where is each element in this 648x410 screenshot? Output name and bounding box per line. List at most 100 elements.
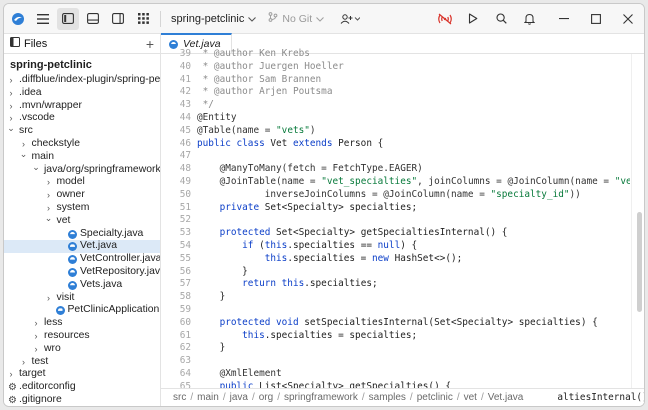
tree-file[interactable]: Specialty.java xyxy=(4,228,160,241)
maximize-window-icon[interactable] xyxy=(580,4,612,34)
close-window-icon[interactable] xyxy=(612,4,644,34)
tree-folder[interactable]: › less xyxy=(4,317,160,330)
breadcrumb-segment[interactable]: springframework xyxy=(284,392,358,403)
code-token: ) { xyxy=(400,239,418,251)
app-logo-icon[interactable] xyxy=(7,8,29,30)
tree-item-label: less xyxy=(44,317,63,329)
code-text: return this.specialties; xyxy=(197,278,378,291)
breadcrumb-segment[interactable]: vet xyxy=(464,392,477,403)
line-number: 48 xyxy=(179,163,191,175)
toggle-left-panel-icon[interactable] xyxy=(57,7,79,30)
tree-folder[interactable]: ⌄ src xyxy=(4,125,160,138)
project-name: spring-petclinic xyxy=(171,12,245,25)
breadcrumb-segment[interactable]: java xyxy=(230,392,248,403)
chevron-right-icon[interactable]: › xyxy=(45,202,53,215)
title-bar: spring-petclinic No Git xyxy=(4,4,644,34)
chevron-down-icon[interactable]: ⌄ xyxy=(32,164,40,174)
chevron-down-icon[interactable]: ⌄ xyxy=(45,215,53,225)
tree-folder[interactable]: › .idea xyxy=(4,87,160,100)
chevron-right-icon[interactable]: › xyxy=(7,112,15,125)
code-text: @JoinTable(name = "vet_specialties", joi… xyxy=(197,176,630,189)
chevron-right-icon[interactable]: › xyxy=(32,330,40,343)
tree-file[interactable]: ⚙ .gitignore xyxy=(4,394,160,406)
chevron-right-icon[interactable]: › xyxy=(7,368,15,381)
java-file-icon xyxy=(68,229,77,239)
tree-folder[interactable]: › .diffblue/index-plugin/spring-petclinic xyxy=(4,74,161,87)
java-file-icon xyxy=(68,255,77,265)
tree-folder[interactable]: ⌄ main xyxy=(4,151,160,164)
tree-folder[interactable]: ⌄ java/org/springframework/samples xyxy=(4,164,160,177)
tree-folder[interactable]: › owner xyxy=(4,189,160,202)
add-user-icon[interactable] xyxy=(336,8,364,30)
add-panel-button[interactable]: + xyxy=(146,36,154,52)
grid-apps-icon[interactable] xyxy=(132,8,154,30)
tree-file[interactable]: PetClinicApplication.java xyxy=(4,304,160,317)
tree-folder[interactable]: › visit xyxy=(4,292,160,305)
chevron-right-icon[interactable]: › xyxy=(45,176,53,189)
tree-folder[interactable]: › test xyxy=(4,356,160,369)
run-play-icon[interactable] xyxy=(462,8,484,30)
bell-notifications-icon[interactable] xyxy=(518,8,540,30)
tree-folder[interactable]: ⌄ vet xyxy=(4,215,160,228)
tree-folder[interactable]: › .vscode xyxy=(4,112,160,125)
chevron-right-icon[interactable]: › xyxy=(45,292,53,305)
code-token: List<Specialty> getSpecialties() { xyxy=(259,380,451,388)
chevron-right-icon[interactable]: › xyxy=(20,138,28,151)
titlebar-right-actions xyxy=(428,4,644,34)
line-number: 45 xyxy=(179,124,191,136)
chevron-down-icon[interactable]: ⌄ xyxy=(20,151,28,161)
vertical-scrollbar[interactable] xyxy=(637,212,642,312)
hamburger-menu-icon[interactable] xyxy=(32,8,54,30)
tree-file[interactable]: Vets.java xyxy=(4,279,160,292)
tree-folder[interactable]: › .mvn/wrapper xyxy=(4,100,160,113)
tree-folder[interactable]: › resources xyxy=(4,330,160,343)
breadcrumb-segment[interactable]: src xyxy=(173,392,186,403)
search-icon[interactable] xyxy=(490,8,512,30)
toggle-bottom-panel-icon[interactable] xyxy=(82,8,104,30)
tree-folder[interactable]: › system xyxy=(4,202,160,215)
code-token: Set<Specialty> getSpecialtiesInternal() … xyxy=(276,227,508,239)
java-file-icon xyxy=(68,242,77,252)
code-text: protected Set<Specialty> getSpecialtiesI… xyxy=(197,227,508,240)
record-broadcast-icon[interactable] xyxy=(434,8,456,30)
breadcrumb-segment[interactable]: main xyxy=(197,392,219,403)
tree-file[interactable]: ⚙ .editorconfig xyxy=(4,381,160,394)
breadcrumb-segment[interactable]: petclinic xyxy=(417,392,453,403)
code-area[interactable]: 39 * @author Ken Krebs 40 * @author Juerg… xyxy=(161,48,630,388)
line-number: 51 xyxy=(179,201,191,213)
code-text: } xyxy=(197,291,226,304)
chevron-right-icon[interactable]: › xyxy=(32,317,40,330)
git-selector[interactable]: No Git xyxy=(260,12,332,25)
tree-file[interactable]: Vet.java xyxy=(4,240,160,254)
toggle-right-panel-icon[interactable] xyxy=(107,8,129,30)
tree-file[interactable]: VetController.java xyxy=(4,253,160,266)
code-line: 61 this.specialties = specialties; xyxy=(161,330,630,343)
tree-file[interactable]: VetRepository.java xyxy=(4,266,160,279)
code-token: Set<Specialty> specialties; xyxy=(264,201,418,213)
line-number: 49 xyxy=(179,175,191,187)
chevron-down-icon xyxy=(316,13,325,25)
code-line: 60 protected void setSpecialtiesInternal… xyxy=(161,317,630,330)
breadcrumb-segment[interactable]: samples xyxy=(369,392,406,403)
tree-folder[interactable]: › target xyxy=(4,368,160,381)
chevron-right-icon[interactable]: › xyxy=(7,74,15,87)
tree-item-label: checkstyle xyxy=(31,137,81,149)
chevron-down-icon[interactable]: ⌄ xyxy=(7,125,15,135)
chevron-right-icon[interactable]: › xyxy=(7,100,15,113)
tree-folder[interactable]: › model xyxy=(4,176,160,189)
chevron-right-icon[interactable]: › xyxy=(45,189,53,202)
java-file-icon xyxy=(68,267,77,277)
code-token: "specialty_id" xyxy=(490,188,570,200)
breadcrumb-segment[interactable]: org xyxy=(259,392,273,403)
tab-files[interactable]: Files xyxy=(4,34,53,54)
tree-item-label: main xyxy=(31,150,55,162)
chevron-right-icon[interactable]: › xyxy=(7,87,15,100)
chevron-right-icon[interactable]: › xyxy=(32,343,40,356)
tree-folder[interactable]: › wro xyxy=(4,343,160,356)
code-token: .specialties; xyxy=(304,278,378,290)
minimize-window-icon[interactable] xyxy=(548,4,580,34)
chevron-right-icon[interactable]: › xyxy=(20,356,28,369)
breadcrumb-segment[interactable]: Vet.java xyxy=(488,392,524,403)
tree-folder[interactable]: › checkstyle xyxy=(4,138,160,151)
project-selector[interactable]: spring-petclinic xyxy=(167,13,260,25)
